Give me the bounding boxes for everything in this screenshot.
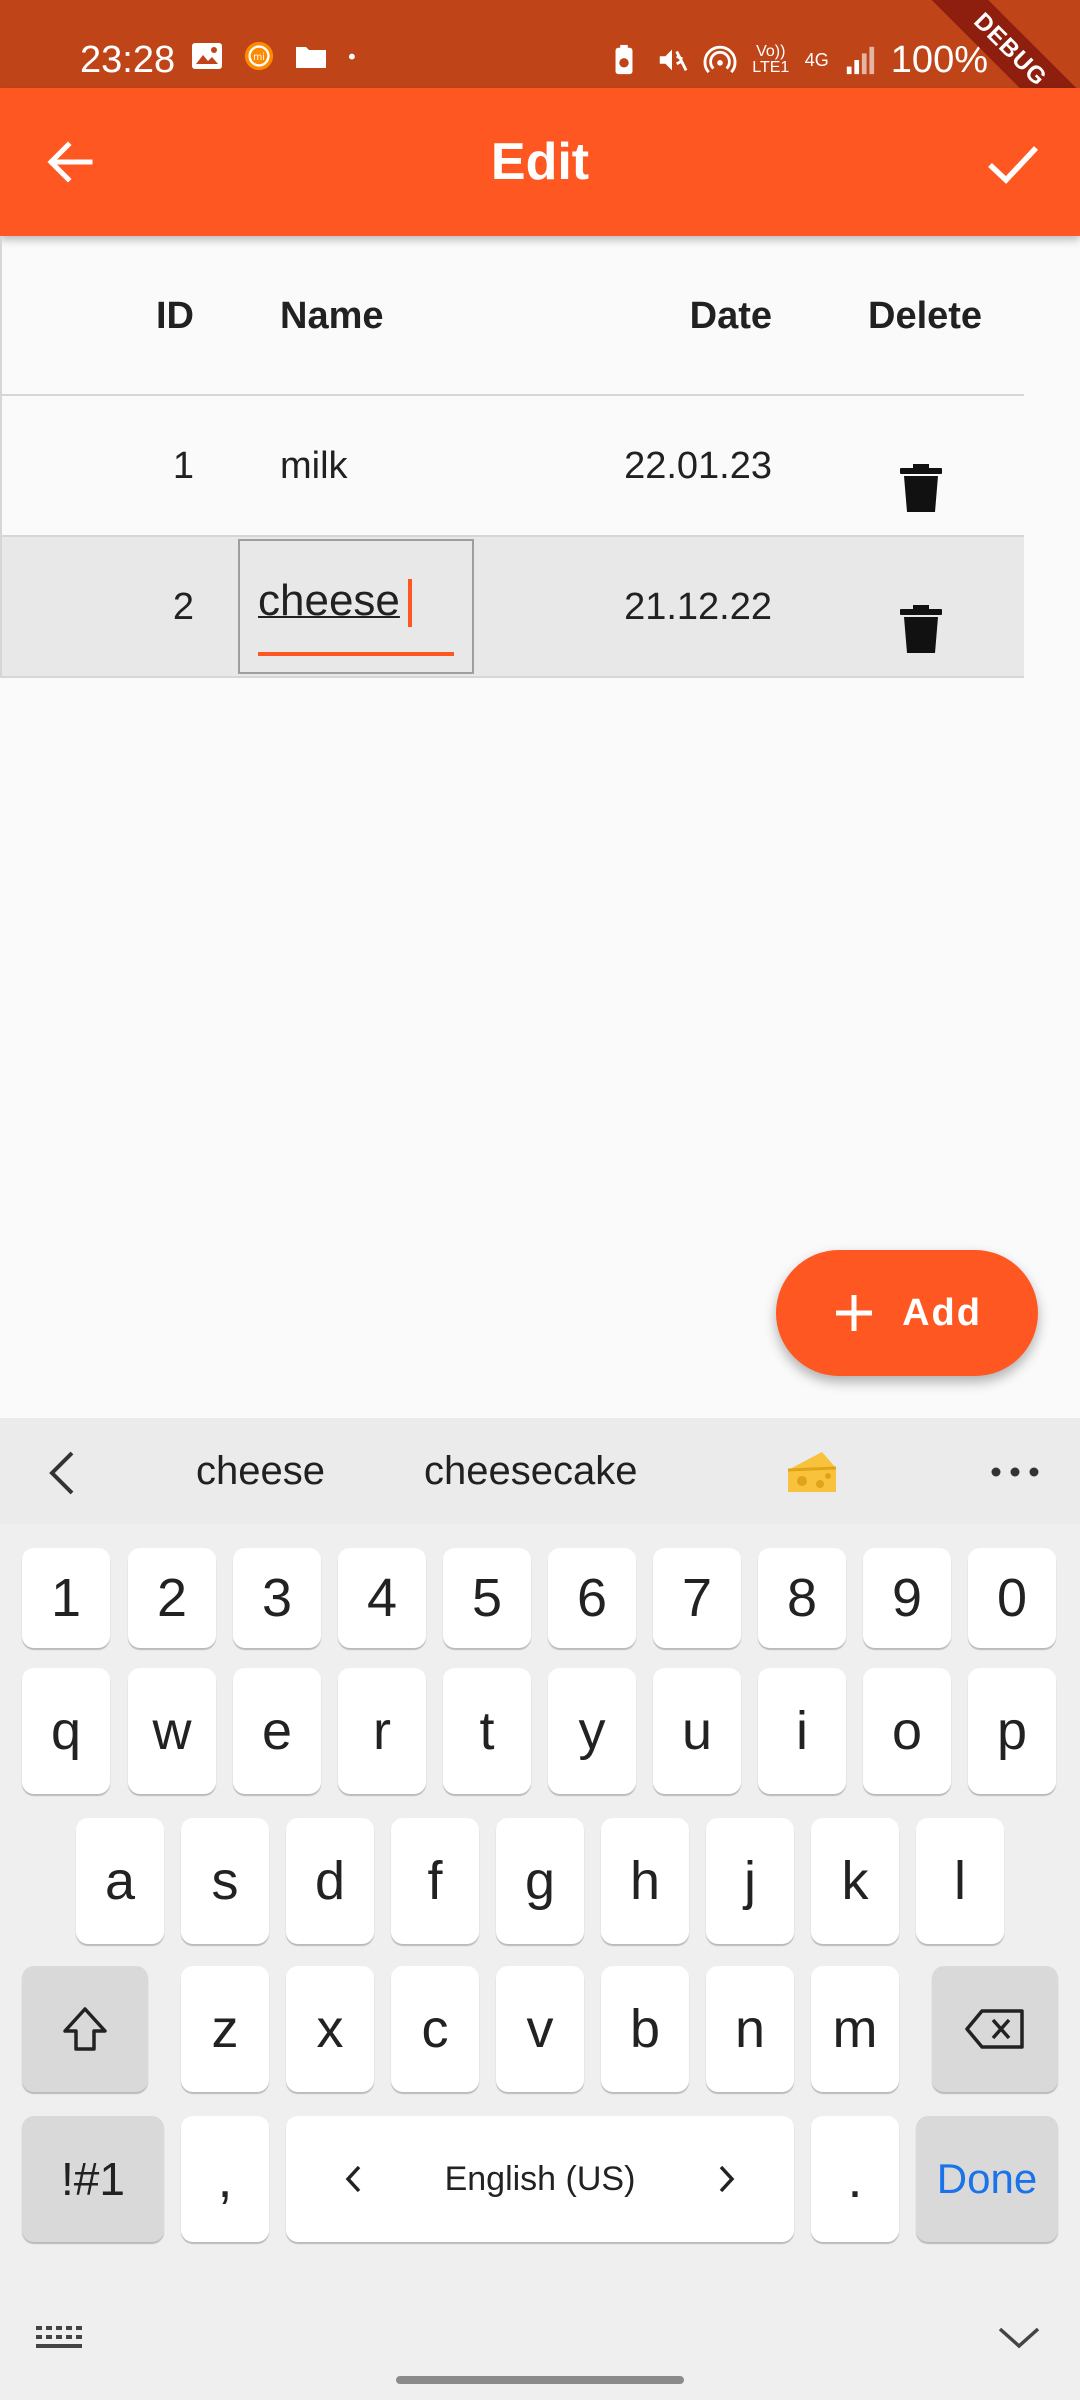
trash-icon[interactable] bbox=[896, 462, 946, 514]
network-4g-label: 4G bbox=[804, 50, 829, 70]
text-caret bbox=[408, 579, 412, 627]
trash-icon[interactable] bbox=[896, 603, 946, 655]
key-z[interactable]: z bbox=[181, 1966, 269, 2092]
key-s[interactable]: s bbox=[181, 1818, 269, 1944]
chevron-left-icon bbox=[345, 2165, 361, 2193]
page-title: Edit bbox=[490, 133, 590, 191]
key-p[interactable]: p bbox=[968, 1668, 1056, 1794]
name-edit-field[interactable]: cheese bbox=[238, 539, 474, 674]
header-name: Name bbox=[280, 295, 384, 337]
add-button-label: Add bbox=[902, 1291, 982, 1334]
key-k[interactable]: k bbox=[811, 1818, 899, 1944]
app-bar: Edit bbox=[0, 88, 1080, 236]
suggestion-2[interactable]: cheesecake bbox=[424, 1446, 637, 1496]
cheese-emoji-icon[interactable] bbox=[784, 1448, 840, 1498]
name-edit-value[interactable]: cheese bbox=[258, 575, 400, 627]
more-dots-icon[interactable] bbox=[990, 1466, 1040, 1478]
dot-icon bbox=[348, 53, 355, 60]
key-7[interactable]: 7 bbox=[653, 1548, 741, 1648]
key-8[interactable]: 8 bbox=[758, 1548, 846, 1648]
mi-icon: mi bbox=[244, 41, 274, 71]
shift-icon bbox=[63, 2007, 107, 2051]
svg-text:mi: mi bbox=[253, 52, 265, 63]
key-m[interactable]: m bbox=[811, 1966, 899, 2092]
key-c[interactable]: c bbox=[391, 1966, 479, 2092]
key-d[interactable]: d bbox=[286, 1818, 374, 1944]
folder-icon bbox=[296, 47, 326, 68]
row-id: 1 bbox=[172, 445, 194, 487]
key-4[interactable]: 4 bbox=[338, 1548, 426, 1648]
header-delete: Delete bbox=[868, 295, 983, 337]
keyboard-switch-icon[interactable] bbox=[34, 2322, 84, 2352]
key-e[interactable]: e bbox=[233, 1668, 321, 1794]
header-date: Date bbox=[689, 295, 772, 337]
backspace-key[interactable] bbox=[932, 1966, 1058, 2092]
key-j[interactable]: j bbox=[706, 1818, 794, 1944]
chevron-left-icon[interactable] bbox=[44, 1448, 80, 1498]
chevron-right-icon bbox=[719, 2165, 735, 2193]
key-h[interactable]: h bbox=[601, 1818, 689, 1944]
key-o[interactable]: o bbox=[863, 1668, 951, 1794]
backspace-icon bbox=[965, 2009, 1024, 2049]
volte-label: Vo)) LTE1 bbox=[752, 43, 790, 76]
space-key[interactable]: English (US) bbox=[286, 2116, 794, 2242]
signal-icon bbox=[846, 46, 874, 75]
check-icon[interactable] bbox=[982, 132, 1044, 194]
key-n[interactable]: n bbox=[706, 1966, 794, 2092]
table-row[interactable]: 1 milk 22.01.23 bbox=[0, 396, 1024, 537]
key-f[interactable]: f bbox=[391, 1818, 479, 1944]
key-y[interactable]: y bbox=[548, 1668, 636, 1794]
key-g[interactable]: g bbox=[496, 1818, 584, 1944]
table-header: ID Name Date Delete bbox=[0, 236, 1024, 396]
status-time: 23:28 bbox=[80, 39, 176, 81]
key-1[interactable]: 1 bbox=[22, 1548, 110, 1648]
mute-icon bbox=[659, 49, 688, 71]
items-table: ID Name Date Delete 1 milk 22.01.23 2 ch… bbox=[0, 236, 1024, 678]
key-u[interactable]: u bbox=[653, 1668, 741, 1794]
key-5[interactable]: 5 bbox=[443, 1548, 531, 1648]
space-key-label: English (US) bbox=[444, 2159, 636, 2198]
period-key[interactable]: . bbox=[811, 2116, 899, 2242]
key-6[interactable]: 6 bbox=[548, 1548, 636, 1648]
key-b[interactable]: b bbox=[601, 1966, 689, 2092]
comma-key[interactable]: , bbox=[181, 2116, 269, 2242]
key-r[interactable]: r bbox=[338, 1668, 426, 1794]
hide-keyboard-icon[interactable] bbox=[996, 2322, 1042, 2352]
row-id: 2 bbox=[172, 586, 194, 628]
key-q[interactable]: q bbox=[22, 1668, 110, 1794]
key-x[interactable]: x bbox=[286, 1966, 374, 2092]
header-id: ID bbox=[156, 295, 194, 337]
key-3[interactable]: 3 bbox=[233, 1548, 321, 1648]
suggestion-bar: cheese cheesecake bbox=[0, 1418, 1080, 1524]
key-l[interactable]: l bbox=[916, 1818, 1004, 1944]
key-t[interactable]: t bbox=[443, 1668, 531, 1794]
plus-icon bbox=[836, 1295, 873, 1331]
battery-percent: 100% bbox=[890, 39, 988, 81]
row-name[interactable]: milk bbox=[280, 444, 348, 488]
image-icon bbox=[192, 43, 222, 69]
key-v[interactable]: v bbox=[496, 1966, 584, 2092]
input-focus-underline bbox=[258, 652, 454, 656]
row-date: 22.01.23 bbox=[624, 445, 772, 487]
home-indicator[interactable] bbox=[396, 2376, 684, 2384]
key-0[interactable]: 0 bbox=[968, 1548, 1056, 1648]
add-button[interactable]: Add bbox=[776, 1250, 1038, 1376]
done-key[interactable]: Done bbox=[916, 2116, 1058, 2242]
symbols-key[interactable]: !#1 bbox=[22, 2116, 164, 2242]
key-w[interactable]: w bbox=[128, 1668, 216, 1794]
key-9[interactable]: 9 bbox=[863, 1548, 951, 1648]
key-i[interactable]: i bbox=[758, 1668, 846, 1794]
hotspot-icon bbox=[703, 45, 737, 74]
battery-saver-icon bbox=[615, 44, 633, 75]
shift-key[interactable] bbox=[22, 1966, 148, 2092]
row-date: 21.12.22 bbox=[624, 586, 772, 628]
key-2[interactable]: 2 bbox=[128, 1548, 216, 1648]
status-bar: 23:28 mi Vo)) LTE1 4G 100% DEBUG bbox=[0, 0, 1080, 157]
key-a[interactable]: a bbox=[76, 1818, 164, 1944]
suggestion-1[interactable]: cheese bbox=[196, 1446, 325, 1496]
table-row-selected[interactable]: 2 cheese 21.12.22 bbox=[0, 537, 1024, 678]
